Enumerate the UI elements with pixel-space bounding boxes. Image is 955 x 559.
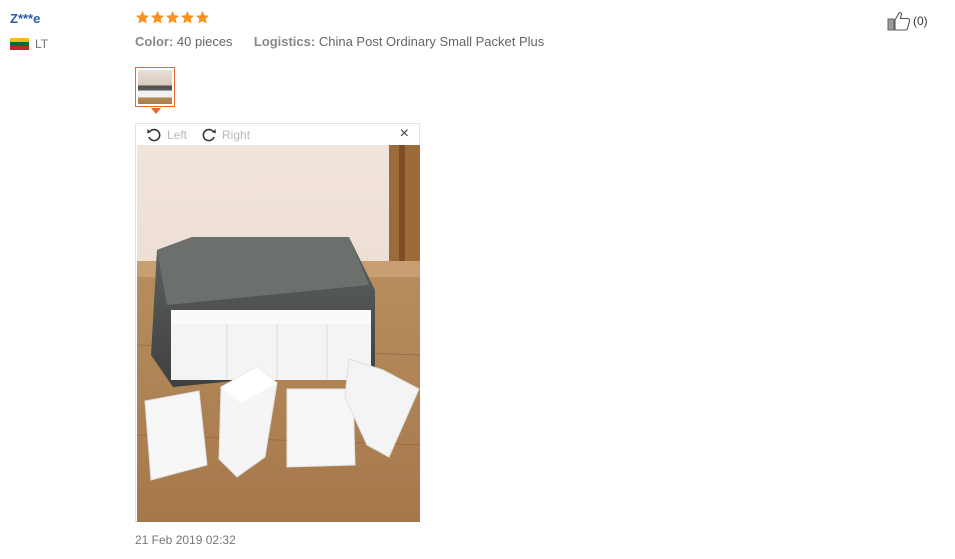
rating-stars — [135, 10, 210, 25]
rotate-right-icon — [202, 128, 216, 141]
star-icon — [165, 10, 180, 24]
thumbs-up-icon — [887, 12, 911, 31]
logistics-value: China Post Ordinary Small Packet Plus — [318, 34, 545, 49]
lithuania-flag-icon — [10, 37, 29, 51]
reviewer-country: LT — [10, 37, 48, 51]
color-label: Color: — [135, 34, 174, 49]
rotate-left-button[interactable]: Left — [146, 127, 187, 143]
star-icon — [195, 10, 210, 24]
close-viewer-button[interactable]: × — [400, 126, 409, 142]
review-photo-thumbnail[interactable] — [135, 67, 175, 107]
rotate-left-icon — [147, 128, 161, 141]
review-meta: Color: 40 pieces Logistics: China Post O… — [135, 34, 544, 49]
reviewer-name: Z***e — [10, 11, 41, 26]
star-icon — [180, 10, 195, 24]
photo-viewer-toolbar: Left Right × — [136, 124, 419, 145]
rotate-left-label: Left — [167, 127, 188, 142]
rotate-right-label: Right — [222, 127, 251, 142]
review-date: 21 Feb 2019 02:32 — [135, 533, 236, 547]
helpful-button[interactable]: (0) — [887, 11, 928, 31]
review-photo — [137, 145, 420, 522]
star-icon — [150, 10, 165, 24]
thumbnail-caret — [151, 108, 161, 114]
country-code: LT — [35, 37, 49, 51]
helpful-count: (0) — [913, 14, 928, 28]
photo-viewer: Left Right × — [135, 123, 420, 522]
logistics-label: Logistics: — [253, 34, 316, 49]
rotate-right-button[interactable]: Right — [201, 127, 250, 143]
star-icon — [135, 10, 150, 24]
color-value: 40 pieces — [176, 34, 233, 49]
